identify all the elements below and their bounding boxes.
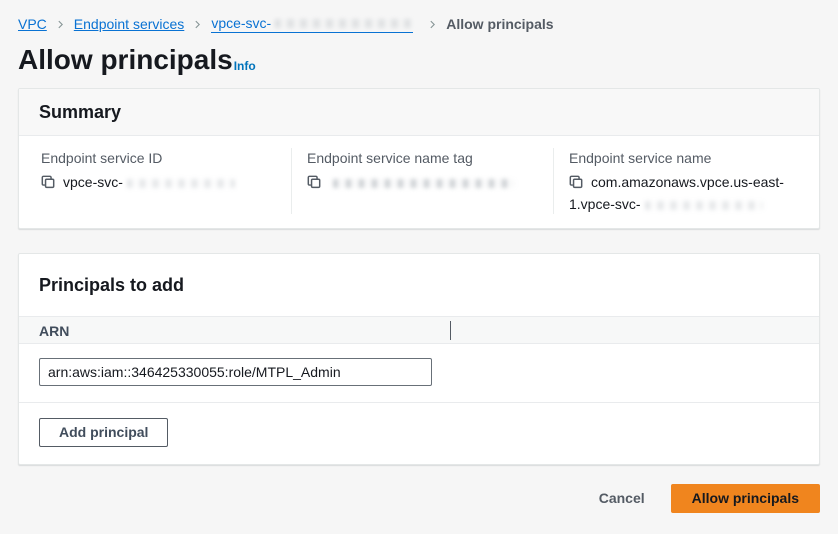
page-title: Allow principals: [18, 45, 233, 76]
principals-card-header: Principals to add: [19, 254, 819, 316]
page-title-row: Allow principals Info: [18, 45, 820, 76]
page-container: VPC Endpoint services vpce-svc- Allow pr…: [0, 0, 838, 513]
summary-field-service-name: Endpoint service name com.amazonaws.vpce…: [553, 148, 827, 214]
breadcrumb: VPC Endpoint services vpce-svc- Allow pr…: [18, 0, 820, 33]
arn-table-header: ARN: [19, 316, 819, 344]
field-value: com.amazonaws.vpce.us-east-1.vpce-svc-: [569, 172, 811, 214]
allow-principals-button[interactable]: Allow principals: [671, 484, 820, 513]
field-label: Endpoint service name tag: [307, 148, 537, 168]
redacted-text: [333, 179, 515, 188]
column-divider[interactable]: [450, 321, 451, 340]
chevron-right-icon: [56, 19, 65, 30]
chevron-right-icon: [193, 19, 202, 30]
arn-column-header: ARN: [39, 323, 69, 339]
redacted-text: [275, 19, 413, 28]
summary-field-name-tag: Endpoint service name tag: [291, 148, 553, 214]
copy-icon[interactable]: [569, 174, 583, 194]
add-principal-row: Add principal: [19, 403, 819, 464]
breadcrumb-service-id-label: vpce-svc-: [211, 15, 271, 31]
field-label: Endpoint service name: [569, 148, 811, 168]
principals-card: Principals to add ARN Add principal: [18, 253, 820, 465]
field-value-text: vpce-svc-: [63, 174, 123, 190]
summary-body: Endpoint service ID vpce-svc- Endpoint s…: [19, 136, 819, 228]
field-label: Endpoint service ID: [41, 148, 275, 168]
breadcrumb-current: Allow principals: [446, 16, 553, 32]
cancel-button[interactable]: Cancel: [599, 490, 645, 506]
field-value: [307, 172, 537, 194]
arn-input[interactable]: [39, 358, 432, 386]
redacted-text: [645, 201, 763, 210]
summary-card-header: Summary: [19, 89, 819, 136]
summary-title: Summary: [39, 102, 799, 123]
redacted-text: [127, 179, 235, 188]
add-principal-button[interactable]: Add principal: [39, 418, 168, 447]
summary-card: Summary Endpoint service ID vpce-svc- En…: [18, 88, 820, 229]
arn-input-row: [19, 344, 819, 403]
breadcrumb-link-vpc[interactable]: VPC: [18, 16, 47, 32]
info-link[interactable]: Info: [234, 59, 256, 76]
breadcrumb-link-endpoint-services[interactable]: Endpoint services: [74, 16, 185, 32]
field-value: vpce-svc-: [41, 172, 275, 194]
summary-field-service-id: Endpoint service ID vpce-svc-: [19, 148, 291, 214]
breadcrumb-link-service-id[interactable]: vpce-svc-: [211, 15, 413, 33]
chevron-right-icon: [428, 19, 437, 30]
copy-icon[interactable]: [307, 174, 321, 194]
principals-title: Principals to add: [39, 275, 799, 296]
copy-icon[interactable]: [41, 174, 55, 194]
footer-actions: Cancel Allow principals: [18, 484, 820, 513]
